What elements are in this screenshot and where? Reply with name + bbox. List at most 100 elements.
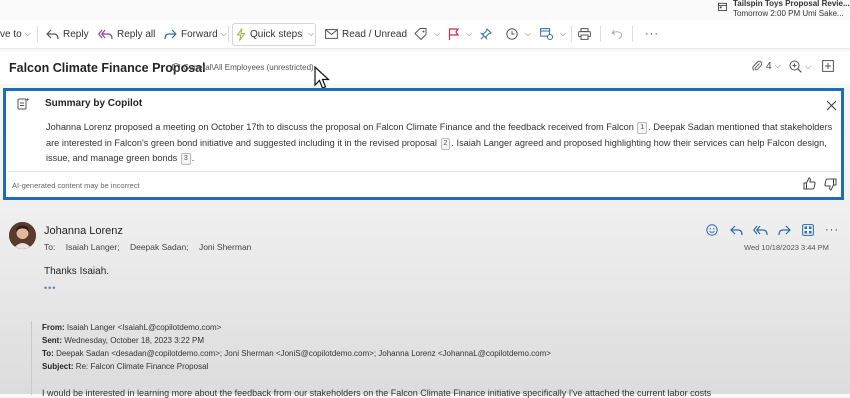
reply-all-button[interactable]: Reply all [98,20,155,48]
command-toolbar: ve to ⌵ Reply Reply all Forward ⌵ Quick st… [0,20,850,49]
lightning-icon [236,27,246,41]
quoted-from: From: Isaiah Langer <IsaiahL@copilotdemo… [42,323,221,332]
reply-button[interactable] [724,222,748,238]
undo-button[interactable] [611,20,627,48]
forward-icon [164,29,177,39]
quick-steps-dropdown[interactable]: ⌵ [305,20,314,48]
more-actions-button[interactable]: ··· [645,20,659,48]
sensitivity-label[interactable]: General\All Employees (unrestricted) [172,63,314,72]
quoted-divider [31,321,32,395]
person-avatar-image [9,222,36,249]
cursor-icon [314,66,331,89]
rule-icon [540,28,553,40]
from-label: From: [42,323,65,332]
to-value: Deepak Sadan <desadan@copilotdemo.com>; … [56,349,551,358]
pin-button[interactable] [480,20,496,48]
snooze-button[interactable]: ⌵ [506,20,531,48]
print-button[interactable] [578,20,595,48]
chevron-down-icon: ⌵ [308,29,315,38]
thumbs-down-icon[interactable] [824,178,837,191]
avatar[interactable] [9,222,36,249]
clock-icon [506,28,518,40]
chevron-down-icon: ⌵ [220,29,227,38]
citation-badge[interactable]: 2 [440,137,451,150]
summary-segment: . [191,153,195,163]
message-body: Thanks Isaiah. [44,266,110,277]
message-item: Johanna Lorenz To: Isaiah Langer; Deepak… [0,208,850,398]
popout-icon [822,60,834,72]
forward-button[interactable] [772,222,796,238]
zoom-button[interactable]: ⌵ [789,60,811,73]
citation-badge[interactable]: 3 [180,153,191,165]
show-quoted-button[interactable]: ••• [44,284,64,294]
close-icon[interactable] [826,100,837,111]
attachments-button[interactable]: 4 ⌵ [752,60,781,72]
popout-button[interactable] [822,60,834,72]
sensitivity-text: General\All Employees (unrestricted) [183,63,314,72]
chevron-down-icon: ⌵ [805,61,812,71]
copilot-summary-title: Summary by Copilot [45,98,143,109]
quick-steps-label: Quick steps [250,28,303,40]
toolbar-divider [600,26,601,42]
quick-steps-split [302,29,303,39]
reminder-notification[interactable]: Tailspin Toys Proposal Revie... Tomorrow… [718,0,850,20]
forward-icon [777,225,791,235]
apps-icon [802,224,814,236]
sent-value: Wednesday, October 18, 2023 3:22 PM [64,336,205,345]
reply-label: Reply [63,28,89,40]
chevron-down-icon: ⌵ [525,29,532,38]
apps-button[interactable] [796,222,820,238]
emoji-icon [706,224,718,236]
copilot-summary-card: Summary by Copilot Johanna Lorenz propos… [3,88,844,200]
reply-all-label: Reply all [117,28,156,40]
rules-button[interactable]: ⌵ [540,20,566,48]
quoted-body-text: I would be interested in learning more a… [42,388,712,398]
zoom-icon [789,60,802,73]
reply-all-icon [98,29,113,39]
toolbar-divider [571,26,572,42]
copilot-summary-text: Johanna Lorenz proposed a meeting on Oct… [46,120,836,167]
pin-icon [480,28,492,40]
chevron-down-icon: ⌵ [434,29,441,38]
move-to-label: ve to [0,28,22,40]
tag-icon [414,28,427,40]
paperclip-icon [752,60,762,71]
reminder-detail: Tomorrow 2:00 PM Umi Sake... [733,9,844,18]
toolbar-divider [632,26,633,42]
message-datetime: Wed 10/18/2023 3:44 PM [744,243,829,252]
recipients-line: To: Isaiah Langer; Deepak Sadan; Joni Sh… [44,242,259,252]
chevron-down-icon: ⌵ [560,29,567,38]
recipient[interactable]: Deepak Sadan; [130,242,189,252]
read-unread-button[interactable]: Read / Unread [325,20,407,48]
subject-value: Re: Falcon Climate Finance Proposal [75,362,209,371]
forward-button[interactable]: Forward ⌵ [164,20,227,48]
react-button[interactable] [700,222,724,238]
subject-bar: Falcon Climate Finance Proposal General\… [0,52,850,84]
quoted-to: To: Deepak Sadan <desadan@copilotdemo.co… [42,349,551,358]
chevron-down-icon: ⌵ [24,29,31,38]
categorize-button[interactable]: ⌵ [414,20,440,48]
reply-button[interactable]: Reply [46,20,89,48]
from-value: Isaiah Langer <IsaiahL@copilotdemo.com> [66,323,222,332]
recipient[interactable]: Joni Sherman [199,242,251,252]
print-icon [578,28,591,40]
reply-all-icon [752,225,768,235]
quick-steps-button[interactable]: Quick steps [236,20,302,48]
move-to-button[interactable]: ve to ⌵ [0,20,31,48]
to-label: To: [44,242,56,252]
undo-icon [611,29,623,39]
flag-button[interactable]: ⌵ [448,20,472,48]
recipient[interactable]: Isaiah Langer; [66,242,120,252]
quoted-sent: Sent: Wednesday, October 18, 2023 3:22 P… [42,336,204,345]
reply-all-button[interactable] [748,222,772,238]
message-actions: ··· [700,222,844,238]
more-message-actions[interactable]: ··· [820,222,844,238]
citation-badge[interactable]: 1 [637,122,648,134]
sender-name[interactable]: Johanna Lorenz [44,225,123,237]
sent-label: Sent: [42,336,62,345]
more-actions-label: ··· [645,28,659,40]
summary-segment: Johanna Lorenz proposed a meeting on Oct… [46,122,634,132]
chevron-down-icon: ⌵ [774,61,781,70]
thumbs-up-icon[interactable] [803,177,816,190]
more-label: ··· [825,224,839,236]
